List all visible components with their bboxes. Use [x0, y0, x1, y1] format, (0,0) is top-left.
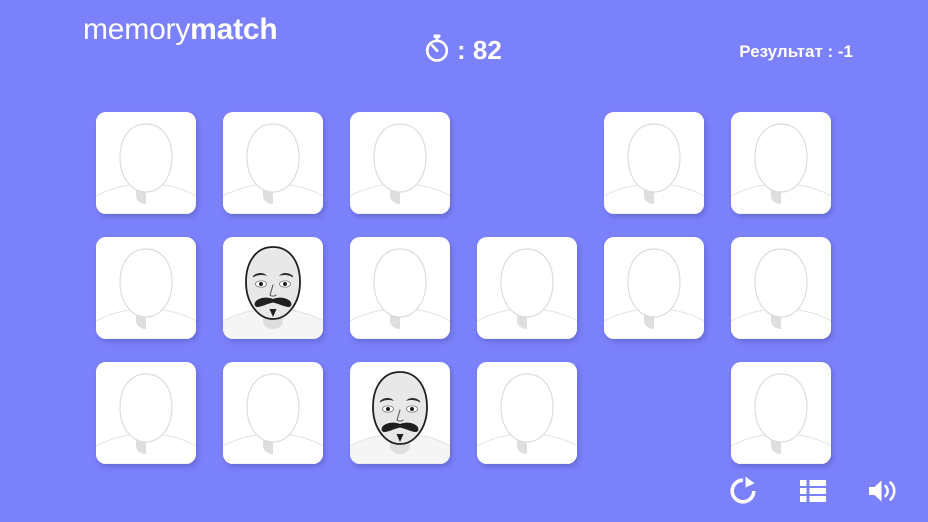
volume-icon — [867, 478, 899, 507]
volume-button[interactable] — [864, 473, 902, 511]
card-cell-r3c2[interactable] — [223, 362, 323, 464]
card-cell-r3c1[interactable] — [96, 362, 196, 464]
card-face-down — [96, 112, 196, 214]
card-cell-r2c5[interactable] — [604, 237, 704, 339]
timer: : 82 — [424, 33, 502, 67]
list-icon — [800, 479, 826, 506]
card-cell-r3c5-empty — [604, 362, 704, 464]
page-title: memorymatch — [83, 12, 278, 48]
card-face-down — [477, 237, 577, 339]
card-face-down — [350, 112, 450, 214]
card-face-down — [604, 237, 704, 339]
list-button[interactable] — [794, 473, 832, 511]
card-cell-r1c5[interactable] — [604, 112, 704, 214]
card-face-down — [350, 237, 450, 339]
restart-button[interactable] — [724, 473, 762, 511]
card-face-down — [223, 362, 323, 464]
restart-icon — [728, 476, 758, 509]
card-cell-r2c4[interactable] — [477, 237, 577, 339]
card-cell-r2c1[interactable] — [96, 237, 196, 339]
card-grid — [96, 112, 832, 464]
card-cell-r1c2[interactable] — [223, 112, 323, 214]
title-bold: match — [190, 13, 278, 46]
card-cell-r3c4[interactable] — [477, 362, 577, 464]
stopwatch-icon — [424, 34, 450, 67]
card-face-down — [223, 112, 323, 214]
card-cell-r1c1[interactable] — [96, 112, 196, 214]
title-light: memory — [83, 13, 191, 46]
card-cell-r1c6[interactable] — [731, 112, 831, 214]
card-face-down — [731, 237, 831, 339]
card-face-down — [731, 112, 831, 214]
score-label: Результат : -1 — [739, 42, 853, 61]
card-revealed-face — [223, 237, 323, 339]
card-face-down — [731, 362, 831, 464]
header: memorymatch : 82 Результат : -1 — [0, 0, 928, 92]
card-cell-r2c2[interactable] — [223, 237, 323, 339]
card-cell-r2c3[interactable] — [350, 237, 450, 339]
timer-value: : 82 — [457, 35, 502, 65]
card-face-down — [96, 237, 196, 339]
card-cell-r3c3[interactable] — [350, 362, 450, 464]
card-face-down — [96, 362, 196, 464]
card-cell-r1c4-empty — [477, 112, 577, 214]
card-face-down — [477, 362, 577, 464]
card-face-down — [604, 112, 704, 214]
card-cell-r2c6[interactable] — [731, 237, 831, 339]
bottom-toolbar — [724, 470, 902, 514]
card-revealed-face — [350, 362, 450, 464]
card-cell-r1c3[interactable] — [350, 112, 450, 214]
card-cell-r3c6[interactable] — [731, 362, 831, 464]
